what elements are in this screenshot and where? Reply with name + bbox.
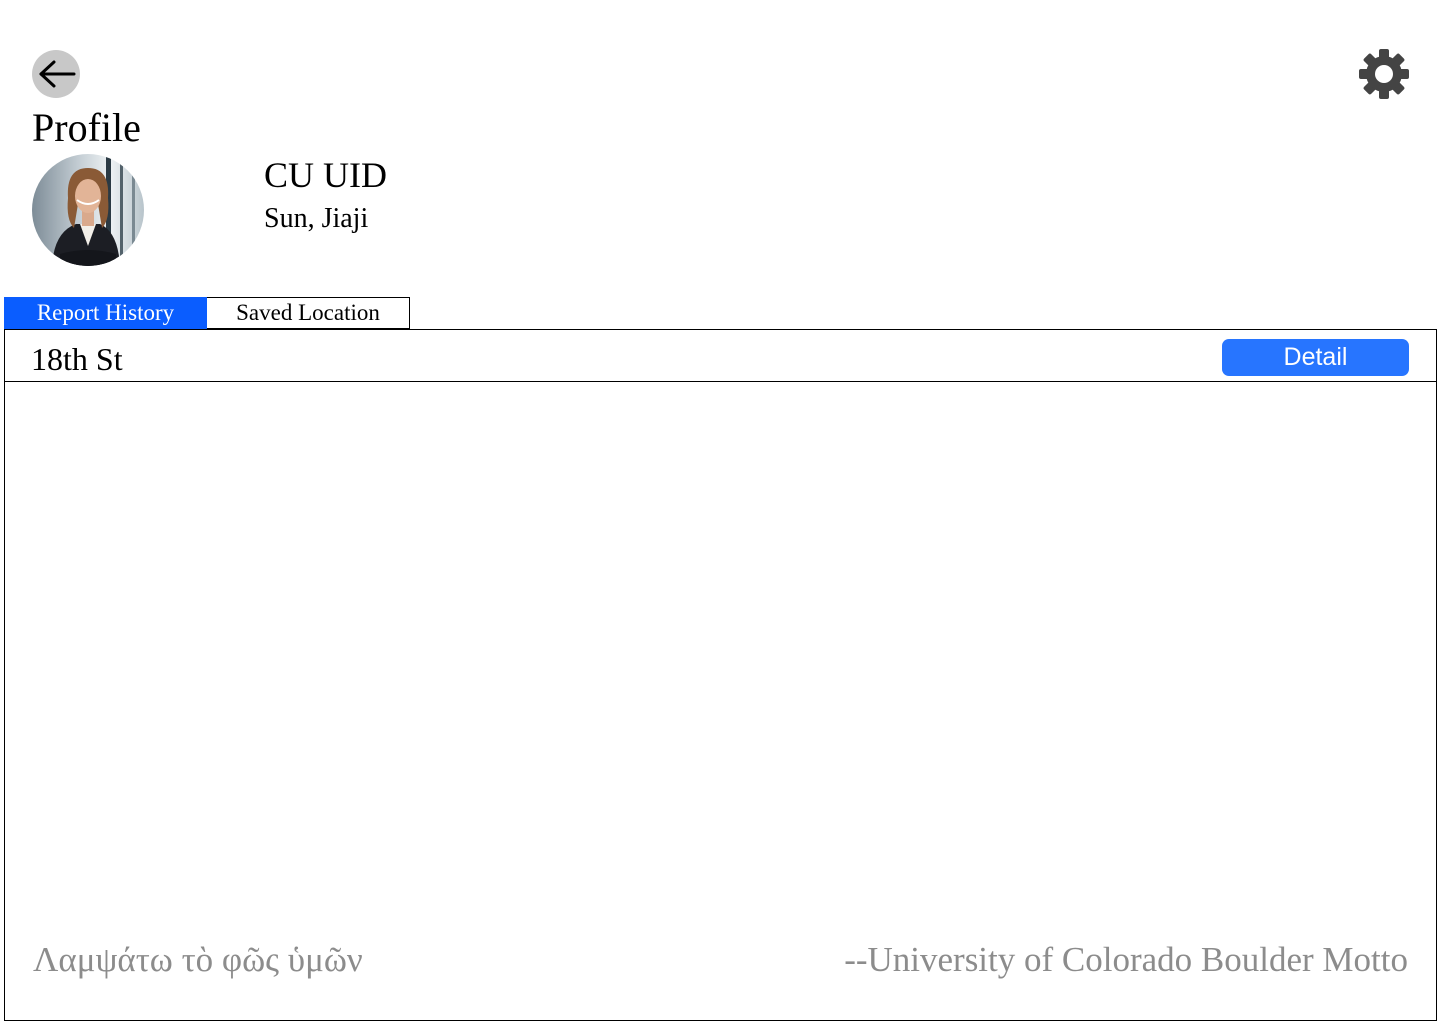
tab-saved-location[interactable]: Saved Location (207, 297, 410, 329)
detail-button[interactable]: Detail (1222, 339, 1409, 376)
tab-report-history[interactable]: Report History (4, 297, 207, 329)
motto-text: Λαμψάτω τὸ φῶς ὑμῶν (33, 940, 363, 979)
settings-button[interactable] (1356, 46, 1412, 102)
motto-attribution: --University of Colorado Boulder Motto (844, 940, 1408, 979)
back-button[interactable] (32, 50, 80, 98)
avatar (32, 154, 144, 266)
report-history-panel: 18th St Detail Λαμψάτω τὸ φῶς ὑμῶν --Uni… (4, 329, 1437, 1021)
uid-label: CU UID (264, 155, 387, 195)
gear-icon (1359, 49, 1409, 99)
user-name: Sun, Jiaji (264, 203, 369, 234)
arrow-left-icon (39, 60, 76, 88)
list-item: 18th St Detail (5, 330, 1436, 382)
profile-photo (32, 154, 144, 266)
page-title: Profile (32, 105, 141, 150)
tab-bar: Report History Saved Location (4, 297, 410, 329)
report-location: 18th St (31, 341, 123, 377)
